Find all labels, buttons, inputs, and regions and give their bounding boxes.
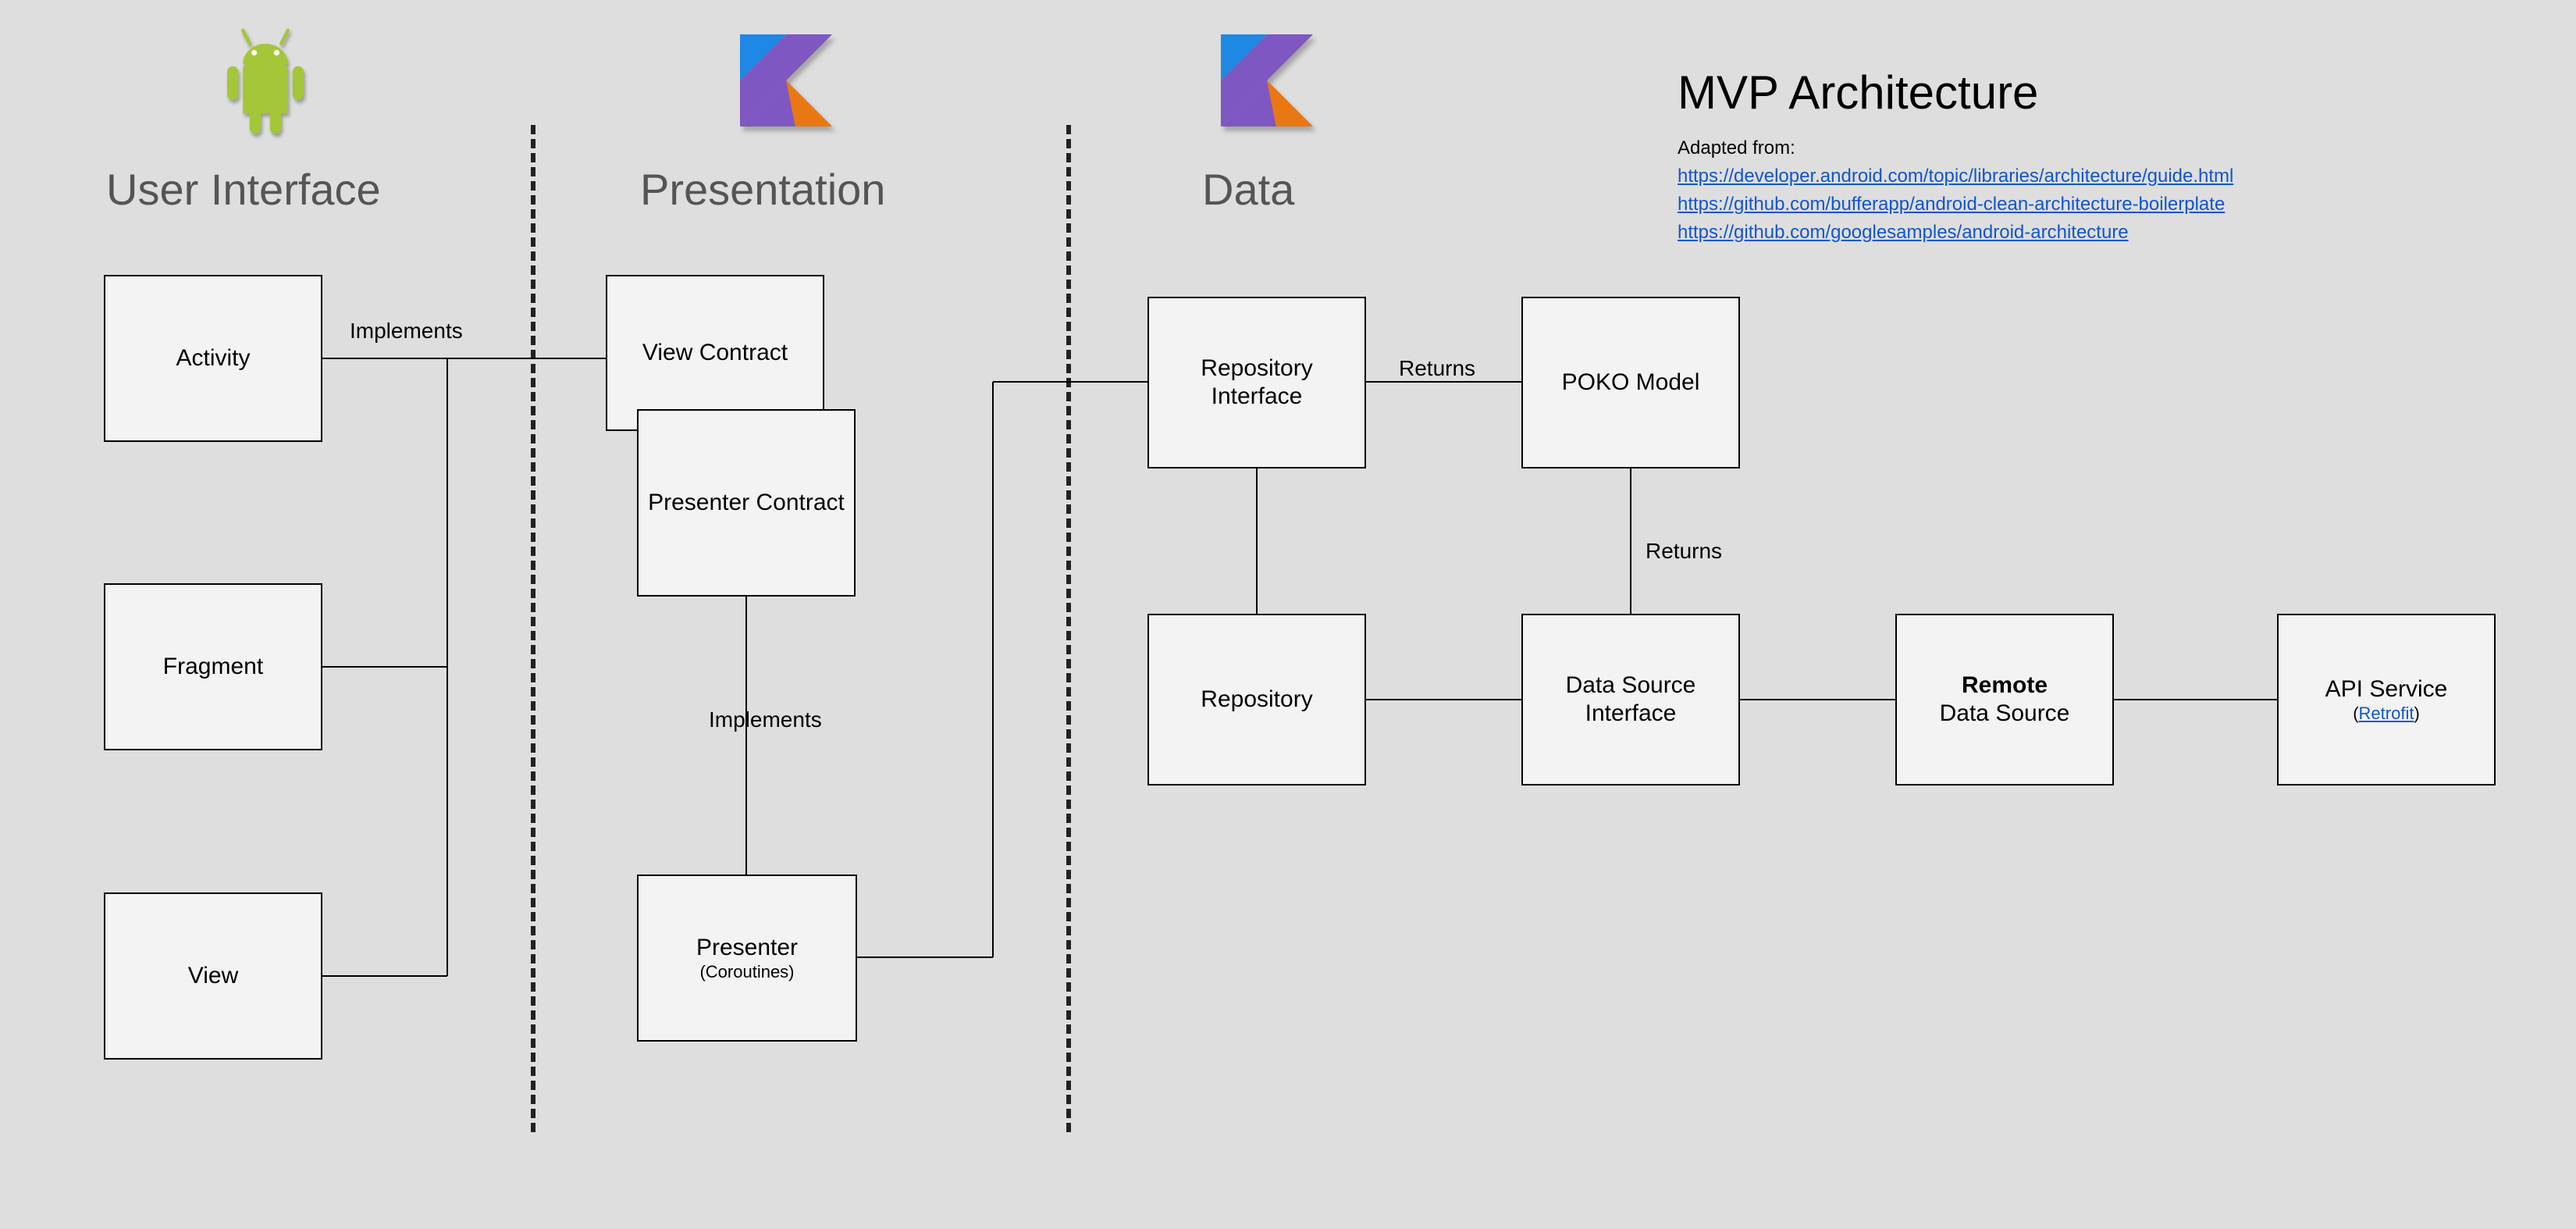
box-label: Repository xyxy=(1201,686,1312,714)
android-icon xyxy=(211,23,320,144)
box-repository-interface: Repository Interface xyxy=(1147,297,1366,468)
box-label: Activity xyxy=(176,344,250,372)
page-title: MVP Architecture xyxy=(1678,66,2038,119)
kotlin-icon xyxy=(740,34,832,130)
column-divider xyxy=(1066,125,1071,1132)
box-fragment: Fragment xyxy=(104,583,322,750)
box-data-source-interface: Data Source Interface xyxy=(1521,614,1740,785)
box-poko-model: POKO Model xyxy=(1521,297,1740,468)
kotlin-icon xyxy=(1221,34,1313,130)
box-label: View xyxy=(188,962,238,990)
box-label: Presenter Contract xyxy=(648,489,845,517)
box-view: View xyxy=(104,892,322,1060)
paren: ( xyxy=(2353,704,2358,723)
section-title-ui: User Interface xyxy=(106,164,381,215)
edge-label-implements: Implements xyxy=(350,319,463,344)
box-label: Repository Interface xyxy=(1157,354,1357,411)
edge-label-implements: Implements xyxy=(709,707,822,732)
column-divider xyxy=(531,125,535,1132)
box-activity: Activity xyxy=(104,275,322,442)
paren: ) xyxy=(2414,704,2419,723)
box-repository: Repository xyxy=(1147,614,1366,785)
box-label: Fragment xyxy=(163,653,263,681)
box-label: POKO Model xyxy=(1562,369,1700,397)
box-presenter-contract: Presenter Contract xyxy=(637,409,856,597)
box-sublabel: (Retrofit) xyxy=(2353,704,2420,724)
box-label: Presenter xyxy=(696,934,798,962)
box-remote-data-source: Remote Data Source xyxy=(1895,614,2114,785)
box-view-contract: View Contract xyxy=(606,275,824,431)
ref-link[interactable]: https://github.com/googlesamples/android… xyxy=(1678,222,2129,244)
edge-label-returns: Returns xyxy=(1399,356,1475,381)
box-label: Remote xyxy=(1962,671,2048,700)
ref-link[interactable]: https://developer.android.com/topic/libr… xyxy=(1678,166,2233,187)
box-label: API Service xyxy=(2325,675,2448,704)
box-api-service: API Service (Retrofit) xyxy=(2277,614,2496,785)
box-label: Data Source xyxy=(1940,700,2070,728)
box-sublabel: (Coroutines) xyxy=(699,962,794,982)
ref-link[interactable]: https://github.com/bufferapp/android-cle… xyxy=(1678,194,2225,216)
box-label: View Contract xyxy=(642,339,788,367)
adapted-from-label: Adapted from: xyxy=(1678,137,1795,159)
box-label: Data Source Interface xyxy=(1531,671,1731,728)
section-title-presentation: Presentation xyxy=(640,164,885,215)
section-title-data: Data xyxy=(1202,164,1294,215)
box-presenter: Presenter (Coroutines) xyxy=(637,875,857,1042)
retrofit-link[interactable]: Retrofit xyxy=(2359,704,2414,723)
edge-label-returns: Returns xyxy=(1646,539,1722,564)
